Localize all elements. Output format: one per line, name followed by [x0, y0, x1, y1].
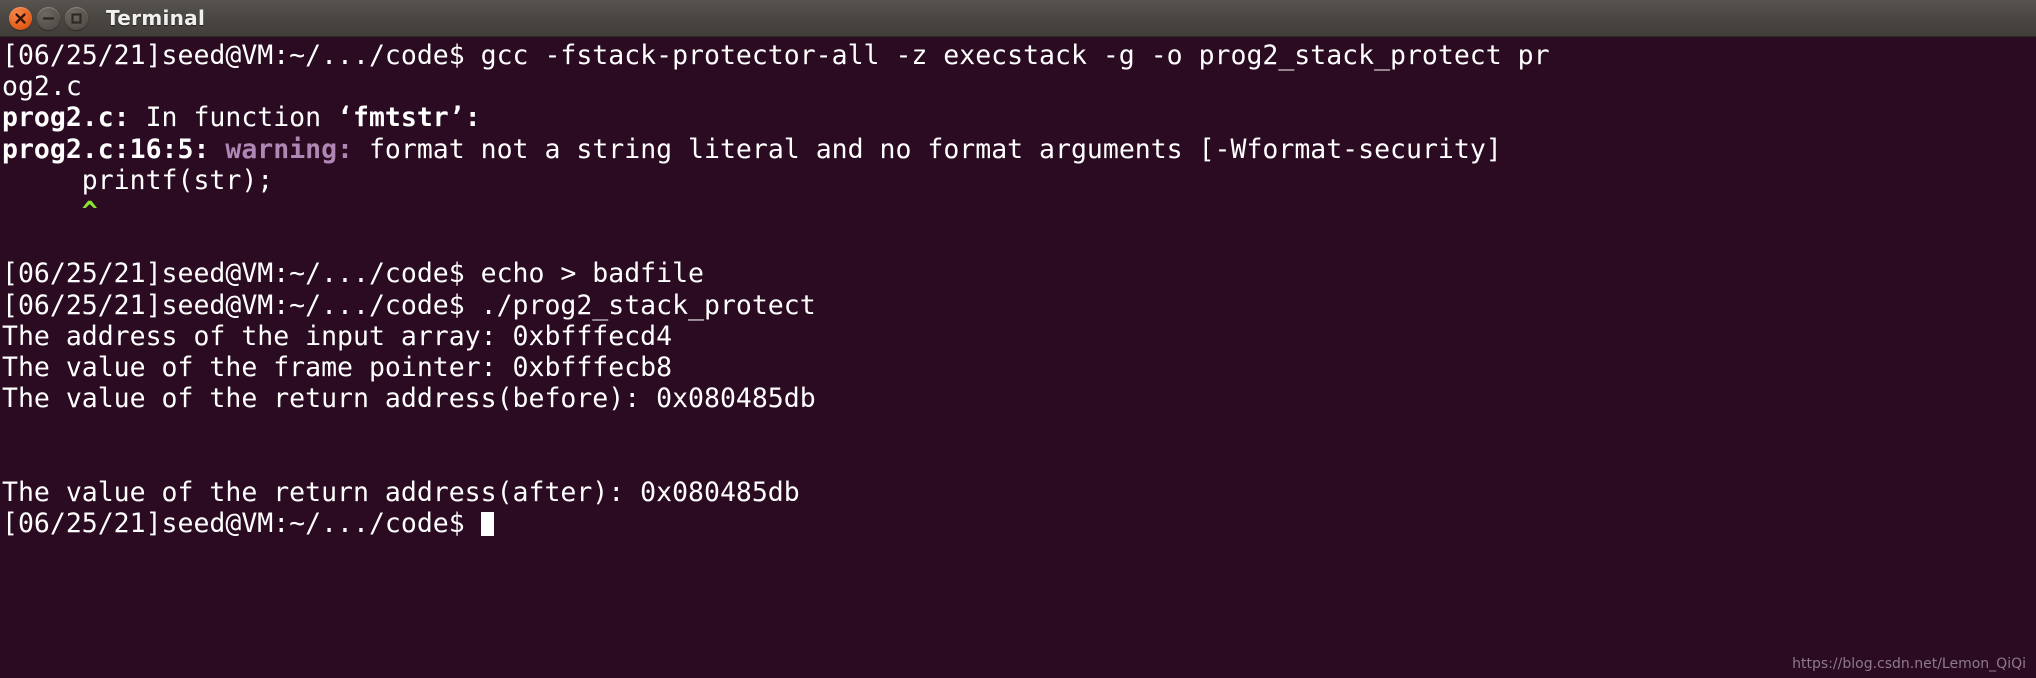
gcc-warning-keyword: warning: — [209, 133, 354, 165]
maximize-icon — [71, 12, 82, 24]
minimize-icon — [42, 16, 55, 20]
return-address-before-text: The value of the return address(before):… — [2, 383, 816, 415]
terminal-line-run-command: [06/25/21]seed@VM:~/.../code$ ./prog2_st… — [2, 290, 2036, 321]
terminal-line-final-prompt[interactable]: [06/25/21]seed@VM:~/.../code$ — [2, 508, 2036, 539]
frame-pointer-text: The value of the frame pointer: 0xbfffec… — [2, 351, 673, 383]
final-prompt-text: [06/25/21]seed@VM:~/.../code$ — [2, 507, 481, 539]
terminal-line-gcc-command-wrap: og2.c — [2, 71, 2036, 102]
gcc-source-file: prog2.c: — [2, 102, 130, 134]
echo-command-text: [06/25/21]seed@VM:~/.../code$ echo > bad… — [2, 258, 704, 290]
terminal-output-area[interactable]: [06/25/21]seed@VM:~/.../code$ gcc -fstac… — [0, 37, 2036, 678]
terminal-line-blank-1 — [2, 227, 2036, 258]
gcc-caret-marker: ^ — [2, 195, 98, 227]
gcc-command-text: [06/25/21]seed@VM:~/.../code$ gcc -fstac… — [2, 40, 1550, 71]
window-titlebar: Terminal — [0, 0, 2036, 37]
terminal-line-return-address-after: The value of the return address(after): … — [2, 477, 2036, 508]
terminal-line-return-address-before: The value of the return address(before):… — [2, 383, 2036, 414]
minimize-button[interactable] — [37, 6, 60, 30]
gcc-warning-location: prog2.c:16:5: — [2, 133, 210, 165]
watermark-text: https://blog.csdn.net/Lemon_QiQi — [1792, 656, 2026, 672]
gcc-warning-message: format not a string literal and no forma… — [353, 133, 1502, 165]
terminal-line-gcc-command: [06/25/21]seed@VM:~/.../code$ gcc -fstac… — [2, 40, 2036, 71]
gcc-command-wrap-text: og2.c — [2, 71, 82, 103]
run-command-text: [06/25/21]seed@VM:~/.../code$ ./prog2_st… — [2, 289, 816, 321]
terminal-line-frame-pointer: The value of the frame pointer: 0xbfffec… — [2, 352, 2036, 383]
terminal-line-caret: ^ — [2, 196, 2036, 227]
maximize-button[interactable] — [65, 6, 88, 30]
terminal-line-in-function: prog2.c: In function ‘fmtstr’: — [2, 102, 2036, 133]
terminal-line-input-array-address: The address of the input array: 0xbfffec… — [2, 321, 2036, 352]
terminal-line-source-snippet: printf(str); — [2, 165, 2036, 196]
input-array-address-text: The address of the input array: 0xbfffec… — [2, 320, 673, 352]
terminal-line-blank-2 — [2, 414, 2036, 445]
gcc-function-name: ‘fmtstr’: — [337, 102, 481, 134]
close-icon — [15, 12, 26, 24]
window-controls — [9, 6, 88, 30]
text-cursor — [480, 511, 494, 536]
terminal-line-echo-command: [06/25/21]seed@VM:~/.../code$ echo > bad… — [2, 258, 2036, 289]
window-title: Terminal — [106, 6, 206, 30]
terminal-line-warning: prog2.c:16:5: warning: format not a stri… — [2, 134, 2036, 165]
terminal-line-blank-3 — [2, 445, 2036, 476]
gcc-in-function-label: In function — [129, 102, 338, 134]
gcc-source-snippet: printf(str); — [2, 164, 274, 196]
close-button[interactable] — [9, 6, 32, 30]
terminal-window: Terminal [06/25/21]seed@VM:~/.../code$ g… — [0, 0, 2036, 678]
return-address-after-text: The value of the return address(after): … — [2, 476, 800, 508]
